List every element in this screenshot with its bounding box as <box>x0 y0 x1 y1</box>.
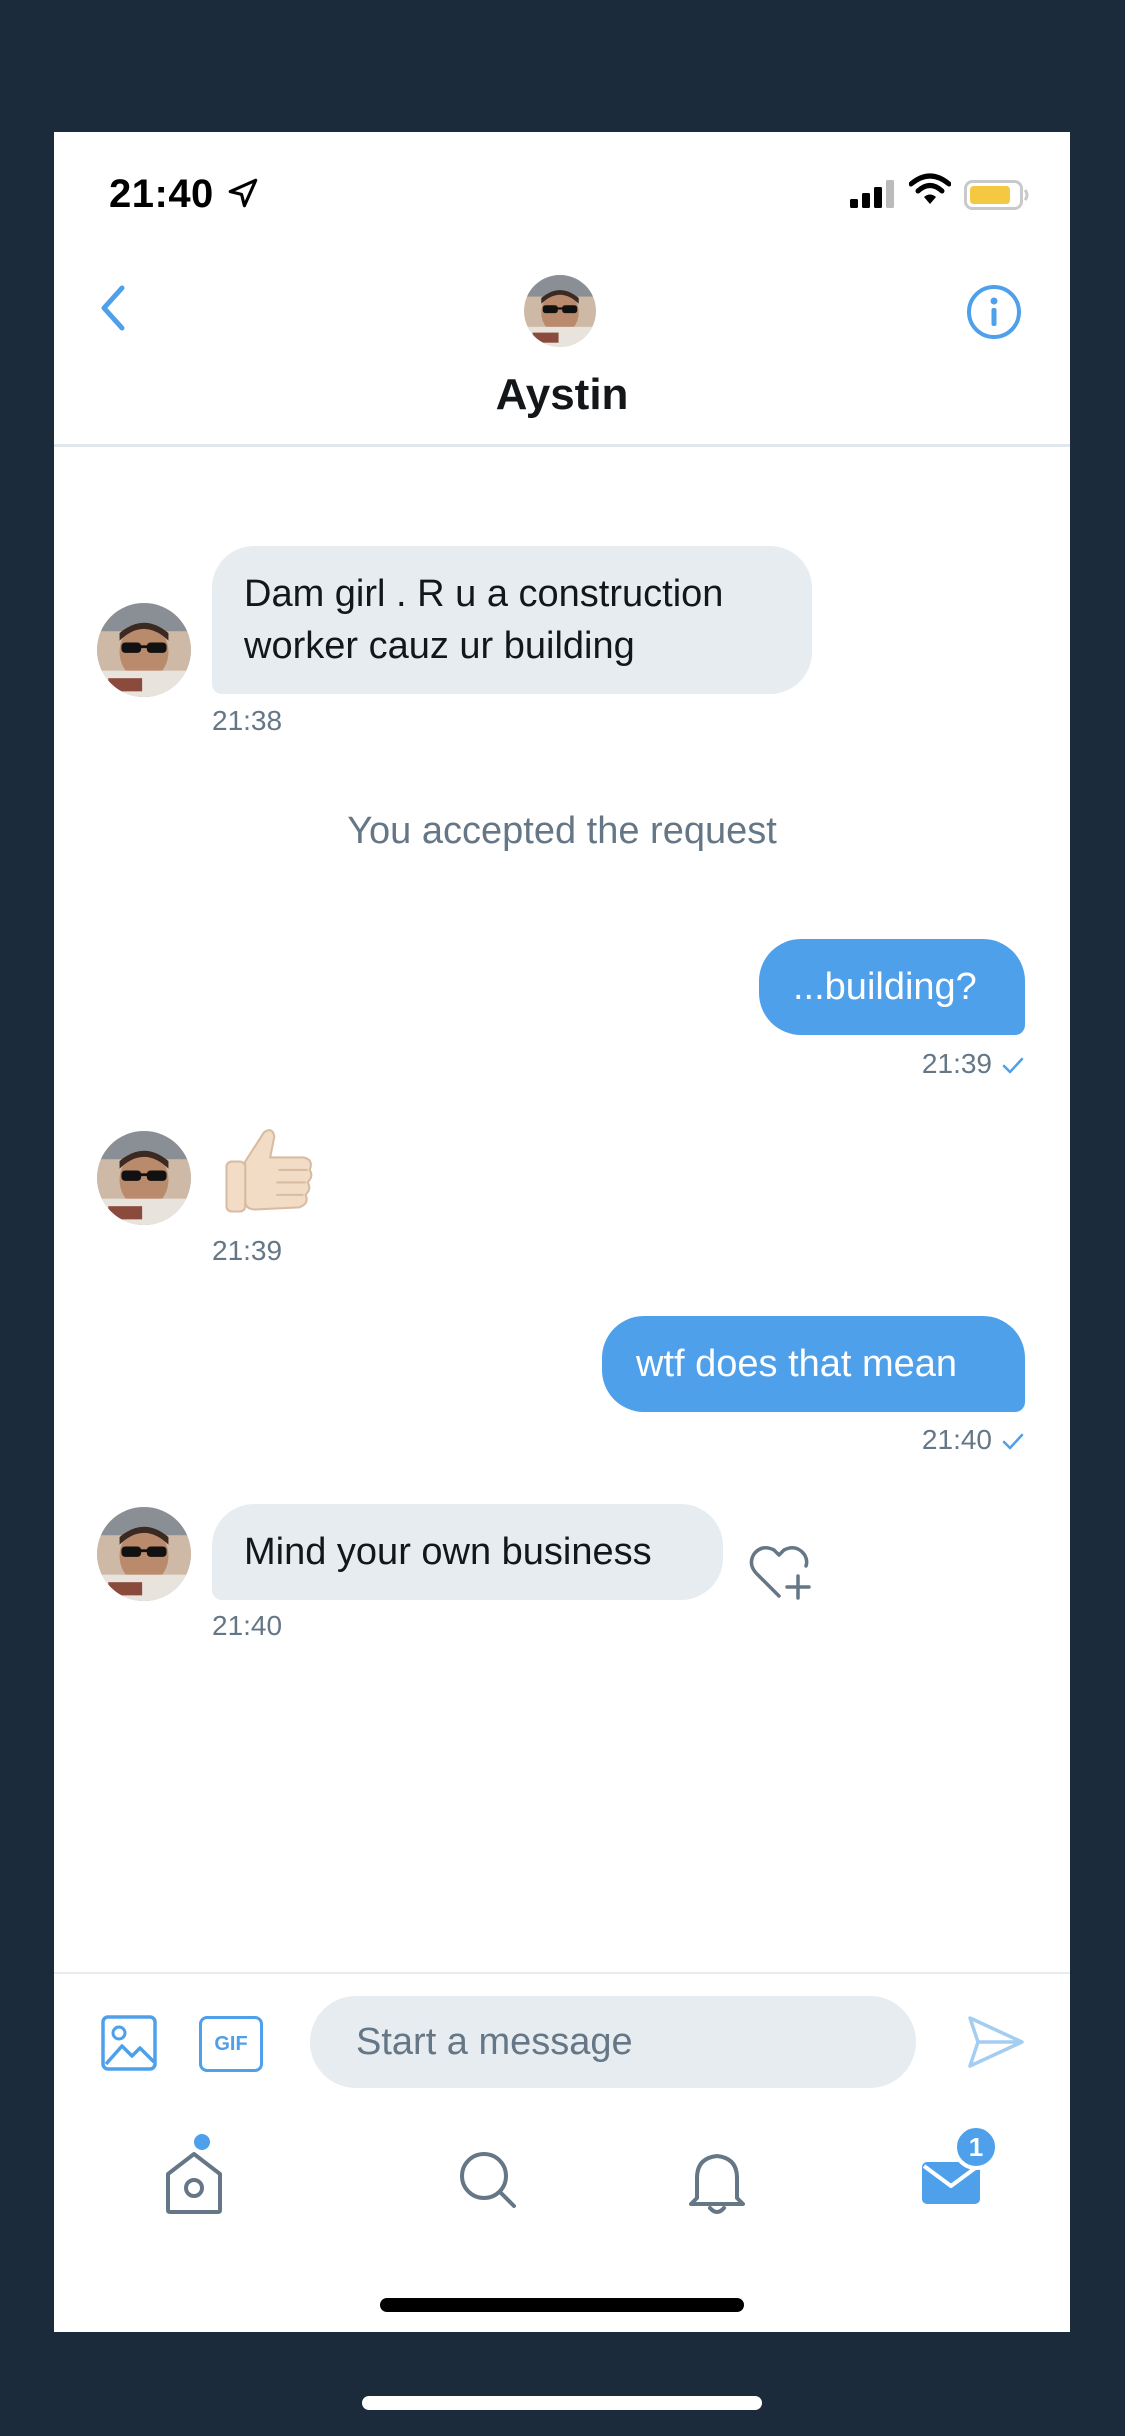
search-icon[interactable] <box>448 2140 528 2220</box>
info-icon[interactable] <box>964 282 1024 342</box>
contact-avatar[interactable] <box>524 275 596 347</box>
sent-check-icon <box>1002 1057 1024 1073</box>
system-message: You accepted the request <box>347 810 777 852</box>
home-icon[interactable] <box>154 2140 234 2220</box>
message-text: Mind your own business <box>244 1531 652 1573</box>
message-timestamp: 21:39 <box>212 1235 283 1266</box>
message-input[interactable] <box>310 1996 916 2088</box>
timestamp-text: 21:40 <box>921 1424 992 1455</box>
contact-name[interactable]: Aystin <box>54 370 1070 420</box>
send-icon[interactable] <box>964 2010 1028 2074</box>
status-time: 21:40 <box>109 172 214 216</box>
timestamp-text: 21:39 <box>921 1048 992 1079</box>
header-divider <box>54 444 1070 447</box>
message-timestamp: 21:40 <box>212 1610 283 1641</box>
home-indicator <box>380 2298 744 2312</box>
contact-avatar[interactable] <box>97 1131 191 1225</box>
sent-check-icon <box>1002 1433 1024 1449</box>
message-timestamp: 21:39 <box>754 1048 1024 1080</box>
cellular-signal-icon <box>850 180 894 208</box>
battery-icon <box>964 180 1029 210</box>
message-bubble-received[interactable]: Mind your own business <box>212 1504 723 1600</box>
outer-home-indicator <box>362 2396 762 2410</box>
image-icon[interactable] <box>100 2014 158 2072</box>
phone-screen: 21:40 Aystin Dam girl . R u a constructi… <box>54 132 1070 2332</box>
thumbs-up-icon[interactable] <box>214 1120 318 1224</box>
heart-add-icon[interactable] <box>746 1540 816 1604</box>
contact-avatar[interactable] <box>97 1507 191 1601</box>
gif-button[interactable]: GIF <box>199 2016 263 2072</box>
message-bubble-sent[interactable]: ...building? <box>759 939 1025 1035</box>
wifi-icon <box>909 173 951 204</box>
message-timestamp: 21:38 <box>212 705 283 736</box>
message-text-line: Dam girl . R u a construction <box>244 573 724 615</box>
message-bubble-sent[interactable]: wtf does that mean <box>602 1316 1025 1412</box>
notifications-icon[interactable] <box>677 2140 757 2220</box>
location-arrow-icon <box>228 178 258 208</box>
message-bubble-received[interactable]: Dam girl . R u a construction worker cau… <box>212 546 812 694</box>
message-timestamp: 21:40 <box>754 1424 1024 1456</box>
composer-divider <box>54 1972 1070 1974</box>
contact-avatar[interactable] <box>97 603 191 697</box>
messages-badge: 1 <box>953 2124 999 2170</box>
back-chevron-icon[interactable] <box>92 278 136 338</box>
message-text: ...building? <box>793 966 977 1008</box>
home-new-dot <box>194 2134 210 2150</box>
message-text-line: worker cauz ur building <box>244 625 635 667</box>
message-text: wtf does that mean <box>636 1343 958 1385</box>
